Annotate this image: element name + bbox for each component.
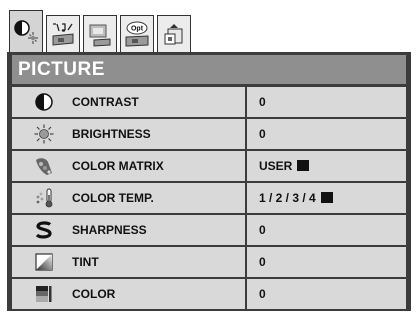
contrast-icon bbox=[35, 93, 53, 111]
signal-tab-icon bbox=[164, 23, 183, 44]
menu-tab-bar: Opt bbox=[9, 10, 191, 53]
row-label: COLOR TEMP. bbox=[72, 191, 154, 205]
image-setup-tab-icon bbox=[89, 24, 111, 47]
row-label-cell: COLOR TEMP. bbox=[12, 183, 245, 213]
row-label-cell: SHARPNESS bbox=[12, 215, 245, 245]
menu-row-brightness[interactable]: BRIGHTNESS 0 bbox=[12, 119, 406, 149]
row-value: USER bbox=[259, 159, 293, 173]
tab-option[interactable]: Opt bbox=[120, 15, 154, 53]
sound-tab-icon bbox=[52, 22, 74, 46]
row-value: 0 bbox=[259, 95, 266, 109]
picture-menu-panel: PICTURE CONTRAST 0 BRIGHTNESS 0 COLOR MA… bbox=[7, 52, 411, 311]
row-label: BRIGHTNESS bbox=[72, 127, 151, 141]
row-value-wrap: 1 / 2 / 3 / 4 bbox=[259, 183, 333, 213]
option-tab-icon: Opt bbox=[125, 21, 149, 47]
row-label: TINT bbox=[72, 255, 99, 269]
sharpness-icon bbox=[35, 221, 52, 239]
row-value: 0 bbox=[259, 287, 266, 301]
menu-row-color-temp[interactable]: COLOR TEMP. 1 / 2 / 3 / 4 bbox=[12, 183, 406, 213]
color-icon bbox=[36, 286, 52, 302]
row-label-cell: BRIGHTNESS bbox=[12, 119, 245, 149]
tint-icon bbox=[35, 253, 53, 271]
row-label-cell: COLOR bbox=[12, 279, 245, 309]
menu-row-tint[interactable]: TINT 0 bbox=[12, 247, 406, 277]
row-label-cell: CONTRAST bbox=[12, 87, 245, 117]
tab-signal[interactable] bbox=[157, 15, 191, 53]
row-value-cell[interactable]: 0 bbox=[247, 87, 406, 117]
row-value: 1 / 2 / 3 / 4 bbox=[259, 191, 316, 205]
svg-text:Opt: Opt bbox=[131, 25, 144, 32]
menu-row-color-matrix[interactable]: COLOR MATRIX USER bbox=[12, 151, 406, 181]
menu-row-sharpness[interactable]: SHARPNESS 0 bbox=[12, 215, 406, 245]
thermometer-icon bbox=[36, 188, 53, 208]
menu-row-color[interactable]: COLOR 0 bbox=[12, 279, 406, 309]
row-value: 0 bbox=[259, 127, 266, 141]
row-value-cell[interactable]: USER bbox=[247, 151, 406, 181]
brightness-icon bbox=[34, 124, 54, 144]
row-value-cell[interactable]: 1 / 2 / 3 / 4 bbox=[247, 183, 406, 213]
row-label: CONTRAST bbox=[72, 95, 139, 109]
picture-tab-icon bbox=[14, 20, 38, 44]
tab-picture[interactable] bbox=[9, 10, 43, 53]
submenu-marker-icon bbox=[297, 160, 310, 171]
row-label: COLOR bbox=[72, 287, 116, 301]
row-label-cell: COLOR MATRIX bbox=[12, 151, 245, 181]
tab-sound[interactable] bbox=[46, 15, 80, 53]
menu-title: PICTURE bbox=[12, 55, 406, 84]
row-value-cell[interactable]: 0 bbox=[247, 279, 406, 309]
row-value-wrap: USER bbox=[259, 151, 310, 181]
menu-row-contrast[interactable]: CONTRAST 0 bbox=[12, 87, 406, 117]
row-label: COLOR MATRIX bbox=[72, 159, 164, 173]
color-matrix-icon bbox=[36, 158, 52, 175]
row-value-cell[interactable]: 0 bbox=[247, 215, 406, 245]
row-value-cell[interactable]: 0 bbox=[247, 247, 406, 277]
submenu-marker-icon bbox=[320, 192, 333, 203]
row-label-cell: TINT bbox=[12, 247, 245, 277]
row-value: 0 bbox=[259, 255, 266, 269]
tab-image-setup[interactable] bbox=[83, 15, 117, 53]
row-label: SHARPNESS bbox=[72, 223, 147, 237]
row-value-cell[interactable]: 0 bbox=[247, 119, 406, 149]
row-value: 0 bbox=[259, 223, 266, 237]
